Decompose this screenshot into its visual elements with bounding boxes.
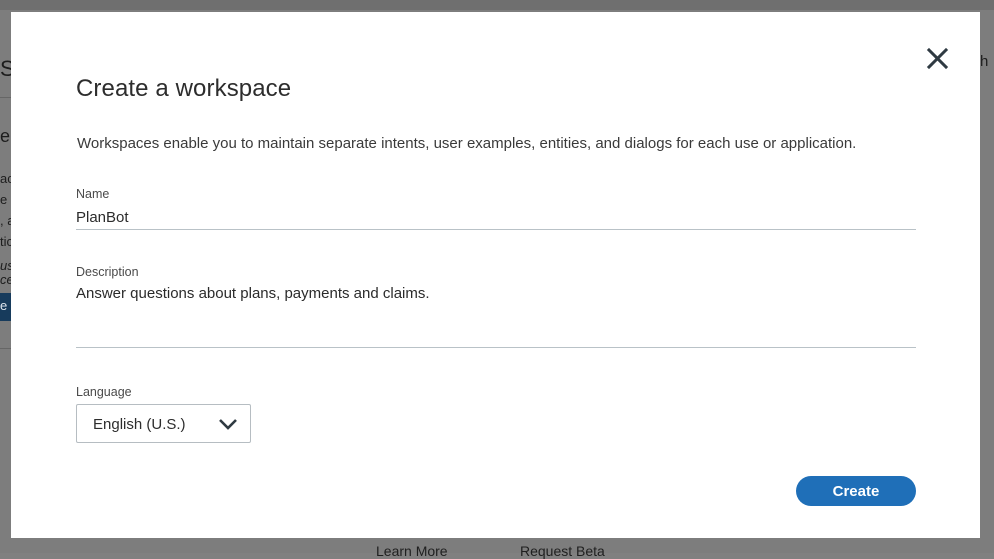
name-label: Name bbox=[76, 187, 110, 201]
background-link-request-beta: Request Beta bbox=[520, 543, 605, 559]
close-button[interactable] bbox=[925, 46, 951, 72]
description-label: Description bbox=[76, 265, 139, 279]
name-input[interactable] bbox=[76, 206, 916, 230]
language-select[interactable]: English (U.S.) bbox=[76, 404, 251, 443]
background-link-learn-more: Learn More bbox=[376, 543, 448, 559]
dialog-title: Create a workspace bbox=[76, 75, 292, 102]
background-divider bbox=[0, 348, 11, 349]
language-label: Language bbox=[76, 385, 132, 399]
background-text: e bbox=[0, 298, 8, 313]
description-input[interactable]: Answer questions about plans, payments a… bbox=[76, 284, 916, 348]
background-text: e bbox=[0, 192, 8, 207]
close-icon bbox=[926, 47, 949, 70]
language-selected-value: English (U.S.) bbox=[93, 416, 186, 433]
create-workspace-dialog: Create a workspace Workspaces enable you… bbox=[11, 12, 980, 538]
background-divider bbox=[0, 97, 11, 98]
create-button[interactable]: Create bbox=[796, 476, 916, 506]
dialog-description-text: Workspaces enable you to maintain separa… bbox=[77, 135, 857, 152]
background-text: h bbox=[980, 53, 989, 70]
background-text: e bbox=[0, 126, 11, 146]
chevron-down-icon bbox=[219, 419, 237, 430]
background-top-bar bbox=[0, 0, 994, 10]
